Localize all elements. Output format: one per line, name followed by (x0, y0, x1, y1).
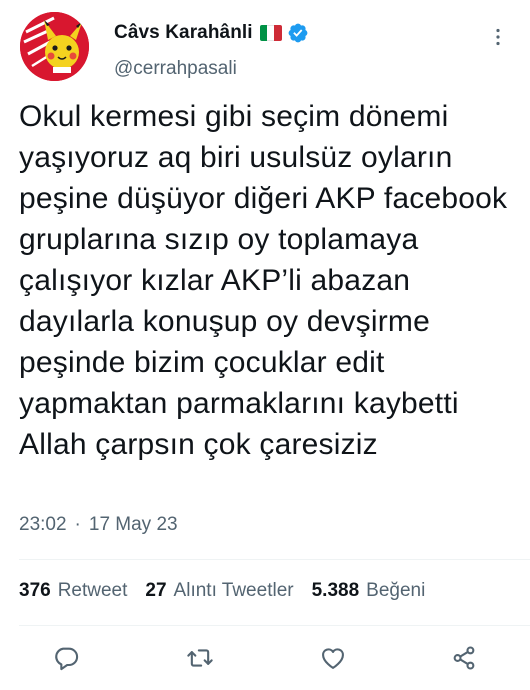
tweet-date: 17 May 23 (88, 514, 178, 535)
more-icon[interactable] (486, 25, 510, 49)
tweet-stats: 376 Retweet 27 Alıntı Tweetler 5.388 Beğ… (19, 580, 443, 602)
italy-flag-icon (259, 25, 282, 41)
retweets-label: Retweet (57, 580, 128, 601)
likes-label: Beğeni (366, 580, 426, 601)
likes-count: 5.388 (311, 580, 360, 601)
avatar-image (20, 12, 89, 81)
reply-icon (55, 647, 79, 671)
divider (19, 625, 530, 626)
reply-button[interactable] (48, 640, 84, 676)
tweet-text: Okul kermesi gibi seçim dönemi yaşıyoruz… (19, 100, 508, 461)
tweet-time: 23:02 (19, 514, 67, 535)
avatar[interactable] (20, 12, 89, 81)
quotes-count: 27 (145, 580, 167, 601)
user-handle[interactable]: @cerrahpasali (114, 58, 237, 80)
like-button[interactable] (315, 640, 351, 676)
like-icon (322, 648, 344, 669)
quotes-label: Alıntı Tweetler (173, 580, 294, 601)
display-name[interactable]: Câvs Karahânli (114, 22, 253, 44)
share-button[interactable] (446, 640, 482, 676)
retweets-stat[interactable]: 376 Retweet (19, 580, 127, 602)
tweet-timestamp[interactable]: 23:02 · 17 May 23 (19, 514, 178, 536)
retweet-button[interactable] (182, 640, 218, 676)
share-icon (453, 646, 475, 670)
verified-badge-icon (288, 23, 308, 43)
timestamp-separator: · (74, 514, 81, 535)
tweet-actions (0, 640, 530, 680)
divider (19, 559, 530, 560)
retweets-count: 376 (19, 580, 51, 601)
name-row: Câvs Karahânli (114, 22, 309, 44)
quotes-stat[interactable]: 27 Alıntı Tweetler (145, 580, 293, 602)
likes-stat[interactable]: 5.388 Beğeni (312, 580, 426, 602)
tweet-header: Câvs Karahânli @cerrahpasali (20, 12, 510, 82)
retweet-icon (187, 649, 213, 667)
